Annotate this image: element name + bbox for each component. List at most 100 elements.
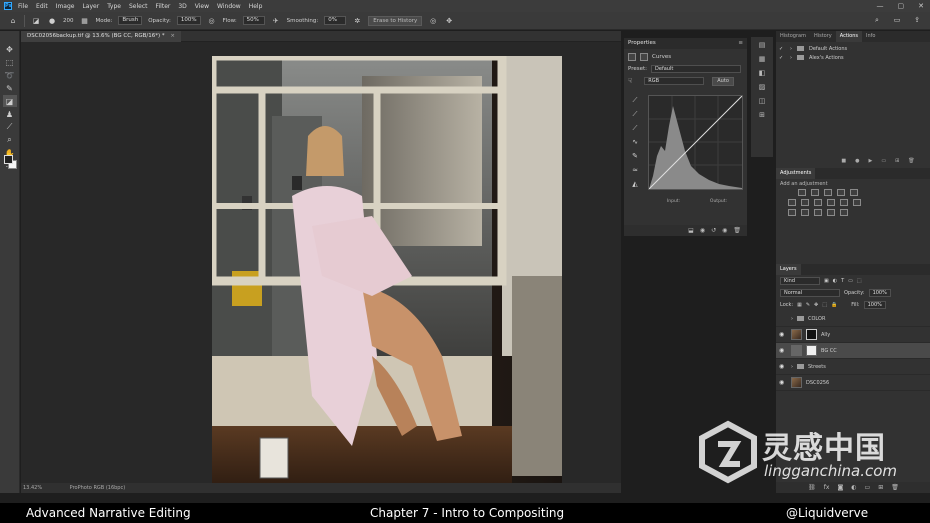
panel-toggle-icon[interactable]: ▤: [759, 41, 766, 49]
color-balance-icon[interactable]: [801, 199, 809, 206]
layer-mask-icon[interactable]: [640, 53, 648, 61]
lock-paint-icon[interactable]: ✎: [806, 302, 810, 308]
menu-edit[interactable]: Edit: [36, 3, 48, 10]
menu-file[interactable]: File: [18, 3, 28, 10]
lasso-tool-icon[interactable]: ➰: [3, 69, 17, 81]
filter-type-icon[interactable]: T: [841, 278, 844, 284]
brush-tool-icon[interactable]: ✎: [3, 82, 17, 94]
layer-fill-field[interactable]: 100%: [863, 301, 886, 309]
mask-thumbnail[interactable]: [806, 345, 817, 356]
panel-toggle-icon[interactable]: ⊞: [759, 111, 765, 119]
pressure-opacity-icon[interactable]: ◎: [207, 16, 217, 26]
eye-icon[interactable]: ◉: [779, 363, 787, 370]
menu-filter[interactable]: Filter: [156, 3, 171, 10]
gear-icon[interactable]: ✲: [352, 16, 362, 26]
selective-color-icon[interactable]: [840, 209, 848, 216]
filter-shape-icon[interactable]: ▭: [848, 278, 853, 284]
eye-icon[interactable]: ◉: [779, 347, 787, 354]
zoom-level[interactable]: 13.42%: [23, 485, 42, 491]
document-canvas[interactable]: [212, 56, 562, 493]
blend-mode-dropdown[interactable]: Normal: [780, 289, 840, 297]
vibrance-icon[interactable]: [850, 189, 858, 196]
eraser-tool-icon[interactable]: ◪: [31, 16, 41, 26]
record-icon[interactable]: ●: [855, 158, 859, 164]
panel-toggle-icon[interactable]: ▨: [759, 83, 766, 91]
flow-field[interactable]: 50%: [242, 16, 265, 25]
mode-dropdown[interactable]: Brush: [118, 16, 143, 25]
panel-menu-icon[interactable]: ≡: [738, 38, 743, 49]
menu-window[interactable]: Window: [217, 3, 241, 10]
tab-histogram[interactable]: Histogram: [776, 31, 810, 42]
hue-saturation-icon[interactable]: [788, 199, 796, 206]
layer-opacity-field[interactable]: 100%: [868, 289, 891, 297]
smooth-icon[interactable]: ≈: [628, 166, 642, 175]
eyedropper-white-icon[interactable]: ⟋: [628, 124, 642, 133]
minimize-icon[interactable]: —: [877, 2, 884, 10]
menu-select[interactable]: Select: [129, 3, 148, 10]
clipping-icon[interactable]: ◭: [628, 180, 642, 189]
menu-help[interactable]: Help: [249, 3, 263, 10]
eraser-tool-icon[interactable]: ◪: [2, 95, 17, 107]
mask-thumbnail[interactable]: [806, 329, 817, 340]
document-tab[interactable]: DSC02056backup.tif @ 13.6% (BG CC, RGB/1…: [21, 31, 181, 42]
exposure-icon[interactable]: [837, 189, 845, 196]
trash-icon[interactable]: 🗑: [908, 158, 914, 164]
black-white-icon[interactable]: [814, 199, 822, 206]
close-icon[interactable]: ×: [170, 33, 175, 39]
erase-to-history-button[interactable]: Erase to History: [368, 15, 423, 26]
search-icon[interactable]: ⌕: [872, 15, 882, 25]
auto-button[interactable]: Auto: [712, 76, 734, 86]
eye-icon[interactable]: ◉: [779, 331, 787, 338]
expand-icon[interactable]: ›: [790, 46, 792, 52]
foreground-color-swatch[interactable]: [4, 155, 13, 164]
workspace-icon[interactable]: ▭: [892, 15, 902, 25]
expand-icon[interactable]: ›: [790, 55, 792, 61]
symmetry-icon[interactable]: ✥: [444, 16, 454, 26]
preset-dropdown[interactable]: Default: [651, 65, 742, 73]
menu-3d[interactable]: 3D: [178, 3, 186, 10]
action-set-row[interactable]: ✓ › Alex's Actions: [776, 53, 930, 62]
tab-history[interactable]: History: [810, 31, 836, 42]
smoothing-field[interactable]: 0%: [324, 16, 347, 25]
expand-icon[interactable]: ›: [791, 316, 793, 322]
curve-point-icon[interactable]: ∿: [628, 138, 642, 147]
photo-filter-icon[interactable]: [827, 199, 835, 206]
tab-actions[interactable]: Actions: [835, 31, 862, 42]
reset-icon[interactable]: ↺: [711, 227, 716, 234]
panel-toggle-icon[interactable]: ◧: [759, 69, 766, 77]
home-icon[interactable]: ⌂: [8, 16, 18, 26]
close-icon[interactable]: ✕: [918, 2, 924, 10]
trash-icon[interactable]: 🗑: [733, 227, 741, 234]
lock-pixels-icon[interactable]: ▦: [797, 302, 802, 308]
invert-icon[interactable]: [788, 209, 796, 216]
color-lookup-icon[interactable]: [853, 199, 861, 206]
filter-adjustment-icon[interactable]: ◐: [833, 278, 837, 284]
pressure-size-icon[interactable]: ◎: [428, 16, 438, 26]
new-action-icon[interactable]: ⊞: [895, 158, 899, 164]
layer-row[interactable]: ◉ Ally: [776, 327, 930, 343]
airbrush-icon[interactable]: ✈: [271, 16, 281, 26]
channel-dropdown[interactable]: RGB: [644, 77, 705, 85]
opacity-field[interactable]: 100%: [176, 16, 201, 25]
visibility-icon[interactable]: ◉: [722, 227, 727, 234]
threshold-icon[interactable]: [814, 209, 822, 216]
move-tool-icon[interactable]: ✥: [3, 43, 17, 55]
check-icon[interactable]: ✓: [779, 46, 785, 52]
posterize-icon[interactable]: [801, 209, 809, 216]
lock-all-icon[interactable]: 🔒: [831, 302, 837, 308]
channel-mixer-icon[interactable]: [840, 199, 848, 206]
tab-info[interactable]: Info: [862, 31, 879, 42]
check-icon[interactable]: ✓: [779, 55, 785, 61]
layer-row[interactable]: › COLOR: [776, 311, 930, 327]
layer-row[interactable]: ◉ › Streets: [776, 359, 930, 375]
maximize-icon[interactable]: ▢: [898, 2, 905, 10]
panel-toggle-icon[interactable]: ▦: [759, 55, 766, 63]
lock-position-icon[interactable]: ✥: [814, 302, 818, 308]
layer-row[interactable]: ◉ DSC0256: [776, 375, 930, 391]
lock-artboard-icon[interactable]: ⬚: [822, 302, 827, 308]
brush-settings-icon[interactable]: ▦: [80, 16, 90, 26]
filter-smart-icon[interactable]: ⬚: [857, 278, 862, 284]
share-icon[interactable]: ⇪: [912, 15, 922, 25]
menu-view[interactable]: View: [195, 3, 209, 10]
tab-layers[interactable]: Layers: [776, 264, 801, 275]
